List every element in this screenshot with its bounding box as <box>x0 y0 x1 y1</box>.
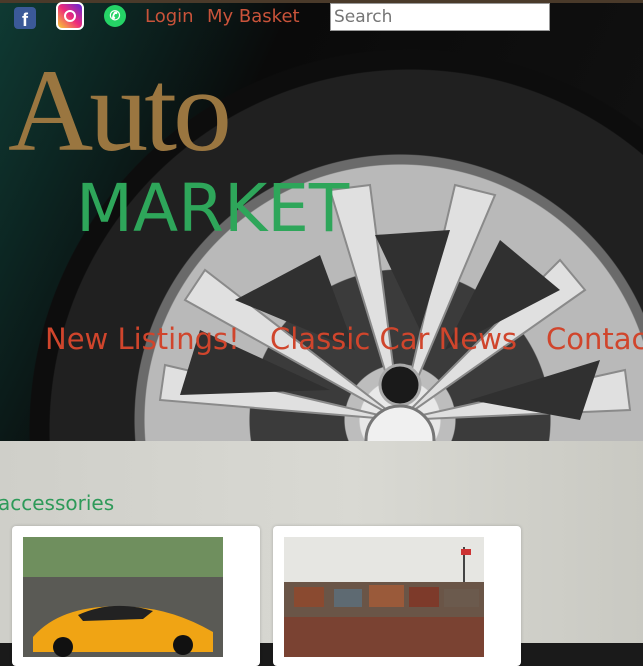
product-photo[interactable] <box>23 537 223 657</box>
facebook-icon[interactable]: f <box>14 7 36 30</box>
basket-link[interactable]: My Basket <box>207 6 300 27</box>
wheel-bolt <box>378 363 422 407</box>
search-input[interactable] <box>330 3 550 31</box>
parts-photo-graphic <box>284 537 484 657</box>
product-card[interactable] <box>273 526 521 666</box>
instagram-icon[interactable] <box>56 2 84 30</box>
nav-classic-car-news[interactable]: Classic Car News <box>270 322 517 356</box>
logo-market-text: MARKET <box>76 170 350 247</box>
wheel-center-cap <box>364 404 436 441</box>
logo-auto-text: Auto <box>8 45 232 176</box>
product-photo[interactable] <box>284 537 484 657</box>
whatsapp-icon[interactable]: ✆ <box>104 5 126 27</box>
login-link[interactable]: Login <box>145 6 194 27</box>
product-card[interactable] <box>12 526 260 666</box>
top-bar: f ✆ Login My Basket <box>0 0 643 31</box>
car-photo-graphic <box>23 537 223 657</box>
nav-new-listings[interactable]: New Listings! <box>45 322 240 356</box>
content-section: accessories <box>0 441 643 666</box>
nav-contact[interactable]: Contac <box>546 322 643 356</box>
section-title: accessories <box>0 491 115 515</box>
